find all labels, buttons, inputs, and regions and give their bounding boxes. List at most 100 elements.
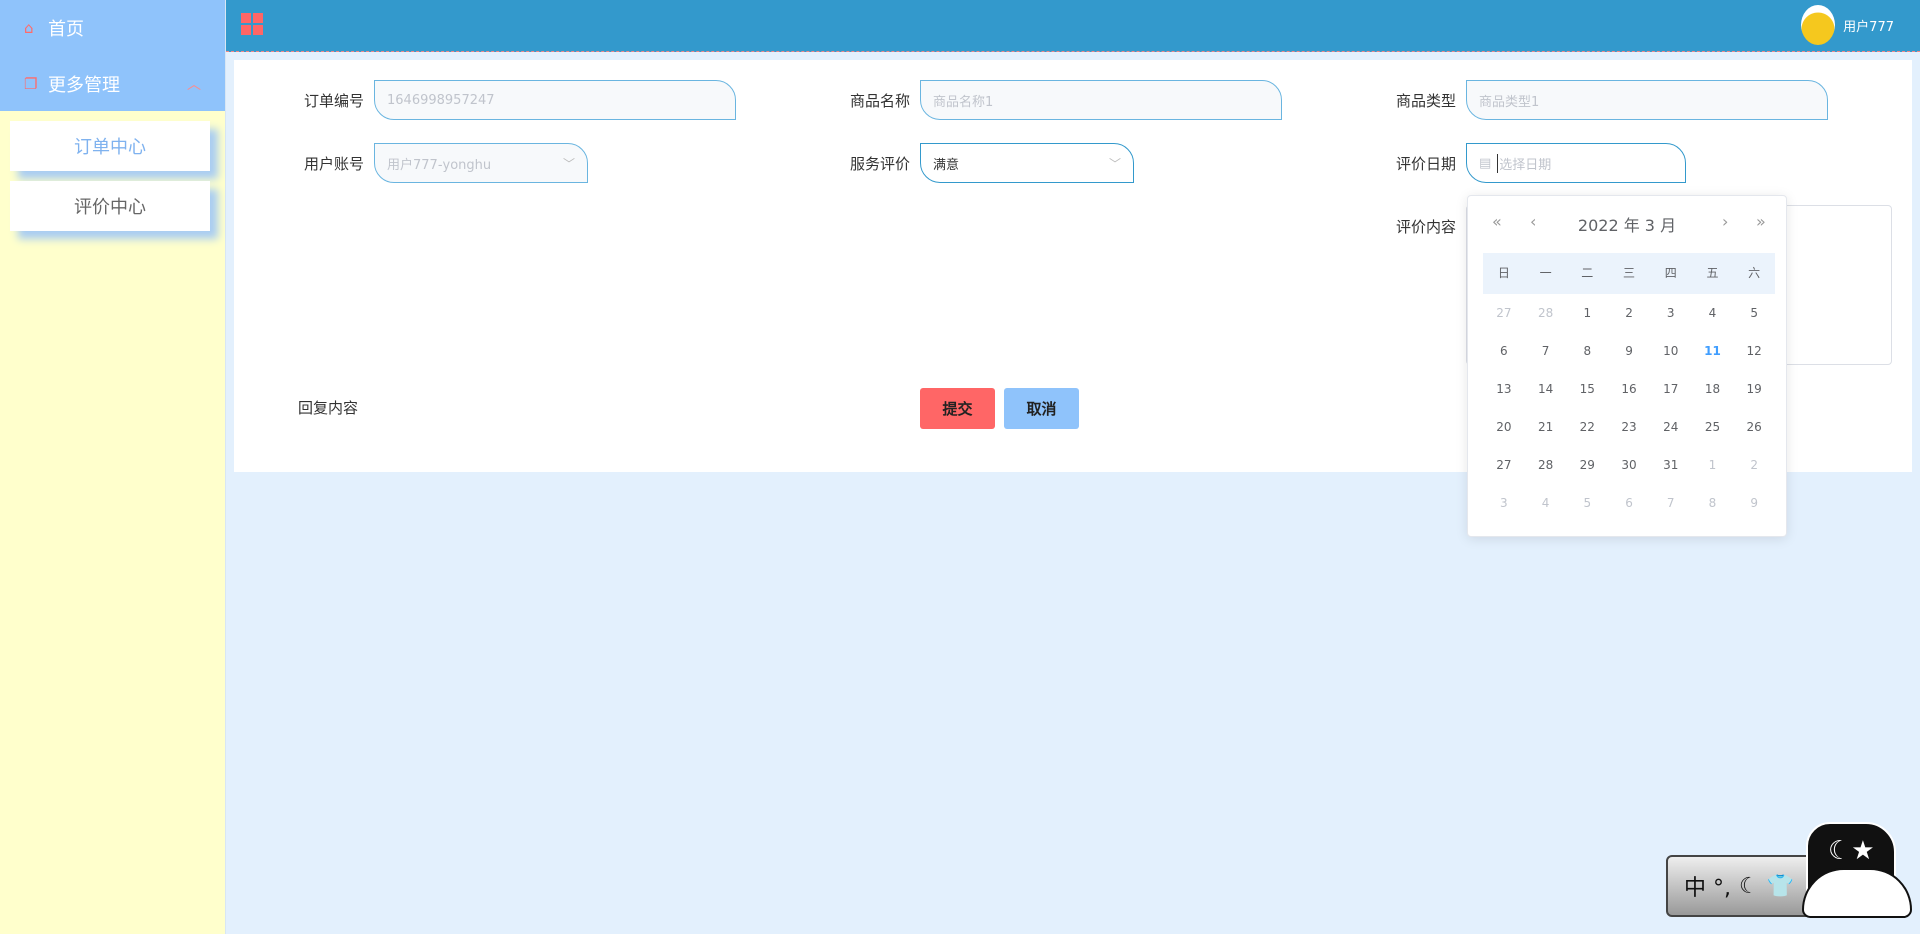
order-no-value: 1646998957247 [387,92,495,108]
menu-grid-icon[interactable] [241,13,263,35]
ime-text: 中 °, [1684,876,1731,901]
shirt-icon: 👕 [1766,873,1795,899]
sidebar: ⌂ 首页 ❐ 更多管理 ︿ 订单中心 评价中心 [0,0,226,934]
calendar-day[interactable]: 8 [1566,344,1608,358]
calendar-day[interactable]: 28 [1525,458,1567,472]
calendar-day[interactable]: 6 [1483,344,1525,358]
calendar-day[interactable]: 2 [1608,306,1650,320]
submit-button[interactable]: 提交 [920,388,995,429]
calendar-days: 27 28 1 2 3 4 5 6 7 8 9 10 11 12 13 14 15 16 17 18 19 20 21 22 2… [1483,294,1775,522]
weekday: 日 [1497,266,1510,280]
calendar-day[interactable]: 23 [1608,420,1650,434]
service-rating-select[interactable]: 满意 ﹀ [920,143,1134,183]
user-account-value: 用户777-yonghu [387,157,492,173]
weekday: 三 [1623,266,1636,280]
calendar-day[interactable]: 13 [1483,382,1525,396]
order-no-input[interactable]: 1646998957247 [374,80,736,120]
calendar-day[interactable]: 9 [1608,344,1650,358]
calendar-day[interactable]: 8 [1692,496,1734,510]
weekday: 一 [1539,266,1552,280]
calendar-day[interactable]: 18 [1692,382,1734,396]
calendar-day[interactable]: 4 [1525,496,1567,510]
calendar-day[interactable]: 3 [1483,496,1525,510]
reply-content-label: 回复内容 [298,399,359,417]
weekday-header: 日一二三四五六 [1483,253,1775,294]
calendar-day[interactable]: 9 [1733,496,1775,510]
calendar-day[interactable]: 31 [1650,458,1692,472]
calendar-day[interactable]: 5 [1566,496,1608,510]
menu-home-label: 首页 [48,19,84,40]
home-icon: ⌂ [24,19,34,37]
service-rating-value: 满意 [933,157,960,173]
calendar-week: 20 21 22 23 24 25 26 [1483,408,1775,446]
calendar-day[interactable]: 16 [1608,382,1650,396]
review-content-label: 评价内容 [1395,218,1456,236]
next-month-icon[interactable]: › [1722,212,1728,231]
review-date-label: 评价日期 [1395,155,1456,173]
calendar-day[interactable]: 19 [1733,382,1775,396]
calendar-day[interactable]: 27 [1483,458,1525,472]
calendar-day[interactable]: 11 [1692,344,1734,358]
calendar-day[interactable]: 22 [1566,420,1608,434]
calendar-day[interactable]: 29 [1566,458,1608,472]
calendar-day[interactable]: 30 [1608,458,1650,472]
calendar-day[interactable]: 28 [1525,306,1567,320]
moon-star-icon: ☾★ [1828,836,1875,866]
calendar-icon: ▤ [1479,155,1492,171]
calendar-day[interactable]: 10 [1650,344,1692,358]
calendar-week: 13 14 15 16 17 18 19 [1483,370,1775,408]
review-date-input[interactable]: ▤ 选择日期 [1466,143,1686,183]
header: 用户777 [226,0,1920,52]
weekday: 四 [1664,266,1677,280]
calendar-day[interactable]: 21 [1525,420,1567,434]
calendar-day[interactable]: 15 [1566,382,1608,396]
menu-home[interactable]: ⌂ 首页 [0,0,225,56]
weekday: 二 [1581,266,1594,280]
review-date-placeholder: 选择日期 [1497,153,1551,173]
calendar-week: 27 28 29 30 31 1 2 [1483,446,1775,484]
product-name-value: 商品名称1 [933,94,994,110]
calendar-week: 3456789 [1483,484,1775,522]
calendar-day[interactable]: 27 [1483,306,1525,320]
user-menu[interactable]: 用户777 [1801,5,1894,45]
calendar-day[interactable]: 24 [1650,420,1692,434]
next-year-icon[interactable]: » [1756,212,1766,231]
calendar-day[interactable]: 17 [1650,382,1692,396]
submenu-review-center[interactable]: 评价中心 [10,181,210,231]
calendar-day[interactable]: 4 [1692,306,1734,320]
calendar-day[interactable]: 5 [1733,306,1775,320]
product-name-label: 商品名称 [849,92,910,110]
user-account-select[interactable]: 用户777-yonghu ﹀ [374,143,588,183]
calendar-day[interactable]: 7 [1525,344,1567,358]
calendar-week: 27 28 1 2 3 4 5 [1483,294,1775,332]
calendar-day[interactable]: 14 [1525,382,1567,396]
calendar-day[interactable]: 3 [1650,306,1692,320]
calendar-title: 2022 年 3 月 [1577,216,1677,235]
chevron-down-icon: ﹀ [1108,157,1121,171]
calendar-day[interactable]: 6 [1608,496,1650,510]
weekday: 五 [1706,266,1719,280]
weekday: 六 [1748,266,1761,280]
product-type-value: 商品类型1 [1479,94,1540,110]
calendar-day[interactable]: 12 [1733,344,1775,358]
calendar-day[interactable]: 7 [1650,496,1692,510]
calendar-day[interactable]: 26 [1733,420,1775,434]
mascot-image[interactable]: ☾★ [1802,822,1912,918]
calendar-week: 6 7 8 9 10 11 12 [1483,332,1775,370]
calendar-day[interactable]: 25 [1692,420,1734,434]
user-account-label: 用户账号 [303,155,364,173]
calendar-day[interactable]: 1 [1566,306,1608,320]
cancel-button[interactable]: 取消 [1004,388,1079,429]
calendar-day[interactable]: 2 [1733,458,1775,472]
submenu-order-center[interactable]: 订单中心 [10,121,210,171]
product-type-label: 商品类型 [1395,92,1456,110]
menu-more-management[interactable]: ❐ 更多管理 ︿ [0,56,225,112]
product-name-input[interactable]: 商品名称1 [920,80,1282,120]
calendar-day[interactable]: 20 [1483,420,1525,434]
chevron-up-icon: ︿ [187,77,201,93]
service-rating-label: 服务评价 [849,155,910,173]
product-type-input[interactable]: 商品类型1 [1466,80,1828,120]
username: 用户777 [1843,19,1894,35]
menu-more-label: 更多管理 [48,75,120,96]
calendar-day[interactable]: 1 [1692,458,1734,472]
